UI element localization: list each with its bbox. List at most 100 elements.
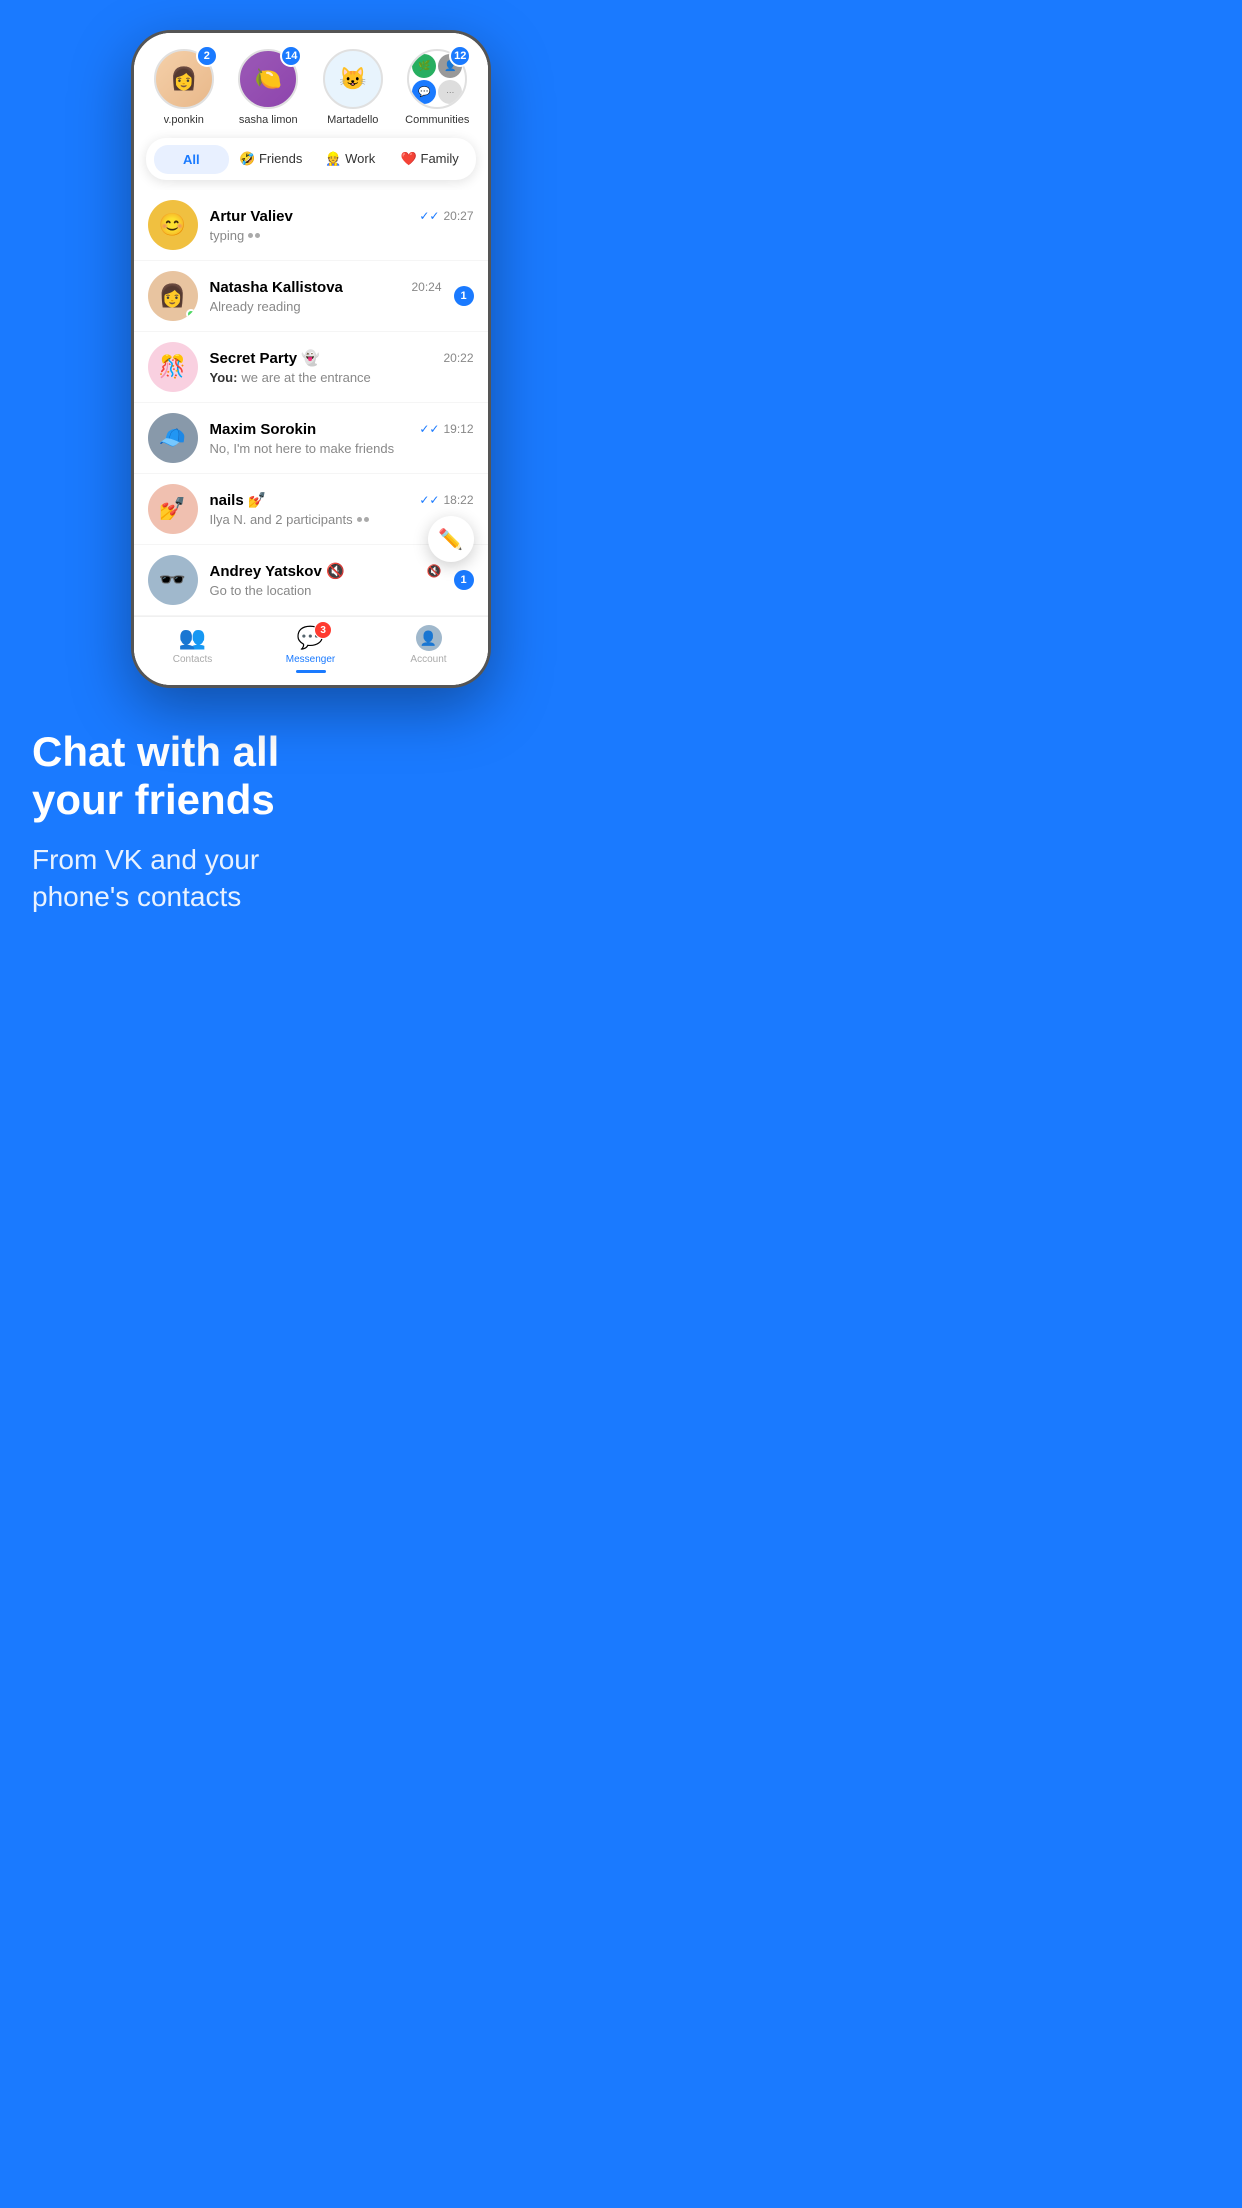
chat-time-artur: ✓✓ 20:27: [419, 209, 473, 223]
chat-item-secret[interactable]: 🎊 Secret Party 👻 20:22 You:: [134, 332, 488, 403]
chat-name-secret: Secret Party 👻: [210, 349, 320, 367]
tab-friends[interactable]: 🤣 Friends: [233, 144, 309, 174]
chat-header-maxim: Maxim Sorokin ✓✓ 19:12: [210, 421, 474, 438]
story-name-ponkin: v.ponkin: [164, 114, 204, 126]
chat-content-artur: Artur Valiev ✓✓ 20:27 typing: [210, 208, 474, 243]
chat-avatar-nails: 💅: [148, 484, 198, 534]
app-container: 👩 2 v.ponkin 🍋 14 sasha limon: [0, 0, 621, 956]
chat-name-nails: nails 💅: [210, 491, 267, 509]
chat-preview-andrey: Go to the location: [210, 583, 442, 598]
compose-icon: ✏️: [438, 527, 463, 552]
account-avatar: 👤: [416, 625, 442, 651]
comm-img-3: 💬: [412, 80, 436, 104]
time-nails: 18:22: [443, 493, 473, 507]
dot2n: [364, 517, 369, 522]
bottom-text-section: Chat with allyour friends From VK and yo…: [0, 688, 621, 956]
chat-name-maxim: Maxim Sorokin: [210, 421, 317, 438]
preview-text-natasha: Already reading: [210, 299, 301, 314]
story-badge-limon: 14: [280, 45, 302, 67]
story-ponkin[interactable]: 👩 2 v.ponkin: [146, 49, 223, 126]
chat-header-andrey: Andrey Yatskov 🔇 🔇: [210, 562, 442, 580]
typing-dots-artur: [248, 233, 260, 238]
headline: Chat with allyour friends: [32, 728, 589, 825]
story-martadello[interactable]: 😺 Martadello: [315, 49, 392, 126]
tab-family[interactable]: ❤️ Family: [392, 144, 468, 174]
tab-work[interactable]: 👷 Work: [313, 144, 389, 174]
story-name-communities: Communities: [405, 114, 469, 126]
chat-preview-maxim: No, I'm not here to make friends: [210, 441, 474, 456]
preview-text-andrey: Go to the location: [210, 583, 312, 598]
account-label: Account: [410, 654, 446, 665]
chat-name-natasha: Natasha Kallistova: [210, 279, 343, 296]
chat-header-secret: Secret Party 👻 20:22: [210, 349, 474, 367]
chat-item-artur[interactable]: 😊 Artur Valiev ✓✓ 20:27 ty: [134, 190, 488, 261]
muted-icon-andrey: 🔇: [427, 564, 442, 578]
chat-item-natasha[interactable]: 👩 Natasha Kallistova 20:24 Al: [134, 261, 488, 332]
contacts-label: Contacts: [173, 654, 212, 665]
story-name-limon: sasha limon: [239, 114, 298, 126]
story-limon[interactable]: 🍋 14 sasha limon: [230, 49, 307, 126]
story-avatar-wrap-ponkin: 👩 2: [154, 49, 214, 109]
chat-content-natasha: Natasha Kallistova 20:24 Already reading: [210, 279, 442, 314]
filter-tabs: All 🤣 Friends 👷 Work ❤️ Family: [146, 138, 476, 180]
comm-img-1: 🌿: [412, 54, 436, 78]
chat-header-artur: Artur Valiev ✓✓ 20:27: [210, 208, 474, 225]
nav-account[interactable]: 👤 Account: [370, 625, 488, 673]
chat-time-maxim: ✓✓ 19:12: [419, 422, 473, 436]
preview-text-maxim: No, I'm not here to make friends: [210, 441, 395, 456]
phone-wrapper: 👩 2 v.ponkin 🍋 14 sasha limon: [0, 0, 621, 688]
messenger-underline: [296, 670, 326, 673]
messenger-nav-wrap: 💬 3 Messenger: [286, 625, 335, 673]
chat-header-nails: nails 💅 ✓✓ 18:22: [210, 491, 474, 509]
tab-all[interactable]: All: [154, 145, 230, 174]
chat-time-natasha: 20:24: [411, 280, 441, 294]
preview-text-artur: typing: [210, 228, 245, 243]
messenger-label: Messenger: [286, 654, 335, 665]
story-avatar-wrap-martadello: 😺: [323, 49, 383, 109]
comm-img-4: ···: [438, 80, 462, 104]
story-badge-ponkin: 2: [196, 45, 218, 67]
chat-list: 😊 Artur Valiev ✓✓ 20:27 ty: [134, 190, 488, 616]
online-dot-natasha: [186, 309, 196, 319]
story-communities[interactable]: 🌿 👤 💬 ··· 12 Communities: [399, 49, 476, 126]
dot1n: [357, 517, 362, 522]
chat-avatar-artur: 😊: [148, 200, 198, 250]
stories-row: 👩 2 v.ponkin 🍋 14 sasha limon: [134, 33, 488, 138]
story-avatar-martadello: 😺: [323, 49, 383, 109]
chat-content-maxim: Maxim Sorokin ✓✓ 19:12 No, I'm not here …: [210, 421, 474, 456]
unread-badge-natasha: 1: [454, 286, 474, 306]
chat-name-andrey: Andrey Yatskov 🔇: [210, 562, 345, 580]
phone-screen: 👩 2 v.ponkin 🍋 14 sasha limon: [134, 33, 488, 685]
compose-fab[interactable]: ✏️: [428, 516, 474, 562]
chat-content-andrey: Andrey Yatskov 🔇 🔇 Go to the location: [210, 562, 442, 598]
chat-name-artur: Artur Valiev: [210, 208, 293, 225]
story-name-martadello: Martadello: [327, 114, 378, 126]
chat-header-natasha: Natasha Kallistova 20:24: [210, 279, 442, 296]
check-icon-artur: ✓✓: [419, 209, 439, 223]
time-natasha: 20:24: [411, 280, 441, 294]
phone-device: 👩 2 v.ponkin 🍋 14 sasha limon: [131, 30, 491, 688]
chat-preview-secret: You: we are at the entrance: [210, 370, 474, 385]
preview-text-nails: Ilya N. and 2 participants: [210, 512, 353, 527]
chat-time-nails: ✓✓ 18:22: [419, 493, 473, 507]
dot1: [248, 233, 253, 238]
chat-time-andrey: 🔇: [427, 564, 442, 578]
chat-time-secret: 20:22: [443, 351, 473, 365]
chat-item-maxim[interactable]: 🧢 Maxim Sorokin ✓✓ 19:12 N: [134, 403, 488, 474]
contacts-icon: 👥: [179, 625, 206, 651]
chat-preview-natasha: Already reading: [210, 299, 442, 314]
preview-text-secret: we are at the entrance: [241, 370, 370, 385]
time-artur: 20:27: [443, 209, 473, 223]
nav-messenger[interactable]: 💬 3 Messenger: [252, 625, 370, 673]
time-secret: 20:22: [443, 351, 473, 365]
messenger-badge: 3: [314, 621, 332, 639]
time-maxim: 19:12: [443, 422, 473, 436]
story-badge-communities: 12: [449, 45, 471, 67]
nav-contacts[interactable]: 👥 Contacts: [134, 625, 252, 673]
chat-preview-artur: typing: [210, 228, 474, 243]
chat-avatar-andrey: 🕶️: [148, 555, 198, 605]
check-icon-maxim: ✓✓: [419, 422, 439, 436]
chat-avatar-secret: 🎊: [148, 342, 198, 392]
you-label-secret: You:: [210, 370, 238, 385]
story-avatar-wrap-limon: 🍋 14: [238, 49, 298, 109]
